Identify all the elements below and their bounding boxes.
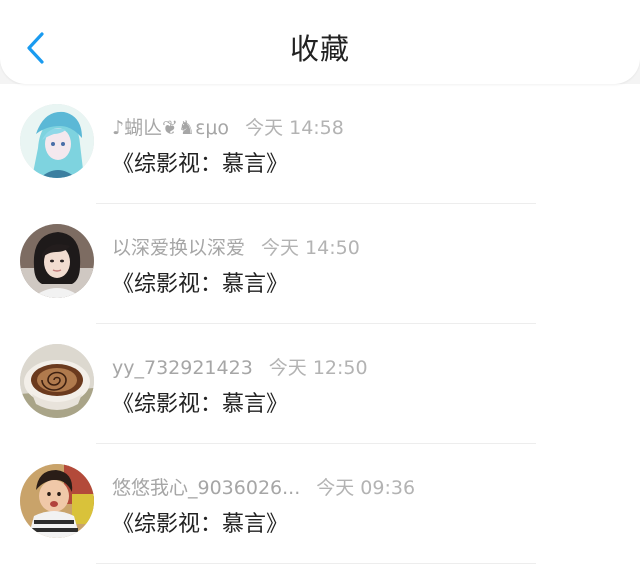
- divider: [96, 563, 536, 564]
- favorite-item[interactable]: yy_732921423 今天 12:50 《综影视：慕言》: [0, 324, 640, 444]
- item-meta: yy_732921423 今天 12:50: [112, 353, 368, 380]
- favorite-item[interactable]: 以深爱换以深爱 今天 14:50 《综影视：慕言》: [0, 204, 640, 324]
- avatar[interactable]: [20, 224, 94, 298]
- book-title[interactable]: 《综影视：慕言》: [112, 506, 288, 538]
- page-title: 收藏: [289, 32, 350, 66]
- username[interactable]: yy_732921423: [112, 357, 253, 379]
- timestamp: 今天 14:50: [261, 237, 360, 259]
- favorites-list: ♪蝴亾❦♞ɛμο 今天 14:58 《综影视：慕言》 以深爱换以深爱 今天 14:5…: [0, 84, 640, 572]
- portrait-photo-avatar: [20, 224, 94, 298]
- item-meta: 以深爱换以深爱 今天 14:50: [112, 233, 360, 260]
- child-photo-avatar: [20, 464, 94, 538]
- book-title[interactable]: 《综影视：慕言》: [112, 266, 288, 298]
- avatar[interactable]: [20, 464, 94, 538]
- avatar[interactable]: [20, 104, 94, 178]
- username[interactable]: 悠悠我心_9036026...: [112, 477, 300, 499]
- item-meta: ♪蝴亾❦♞ɛμο 今天 14:58: [112, 113, 344, 140]
- anime-character-avatar: [20, 104, 94, 178]
- coffee-cup-avatar: [20, 344, 94, 418]
- username[interactable]: 以深爱换以深爱: [112, 237, 245, 259]
- timestamp: 今天 09:36: [316, 477, 416, 499]
- timestamp: 今天 12:50: [268, 357, 368, 379]
- timestamp: 今天 14:58: [245, 117, 344, 139]
- book-title[interactable]: 《综影视：慕言》: [112, 146, 288, 178]
- top-navigation-bar: 收藏: [0, 0, 640, 84]
- favorite-item[interactable]: 悠悠我心_9036026... 今天 09:36 《综影视：慕言》: [0, 444, 640, 564]
- username[interactable]: ♪蝴亾❦♞ɛμο: [112, 117, 229, 139]
- avatar[interactable]: [20, 344, 94, 418]
- book-title[interactable]: 《综影视：慕言》: [112, 386, 288, 418]
- item-meta: 悠悠我心_9036026... 今天 09:36: [112, 473, 415, 500]
- favorite-item[interactable]: ♪蝴亾❦♞ɛμο 今天 14:58 《综影视：慕言》: [0, 84, 640, 204]
